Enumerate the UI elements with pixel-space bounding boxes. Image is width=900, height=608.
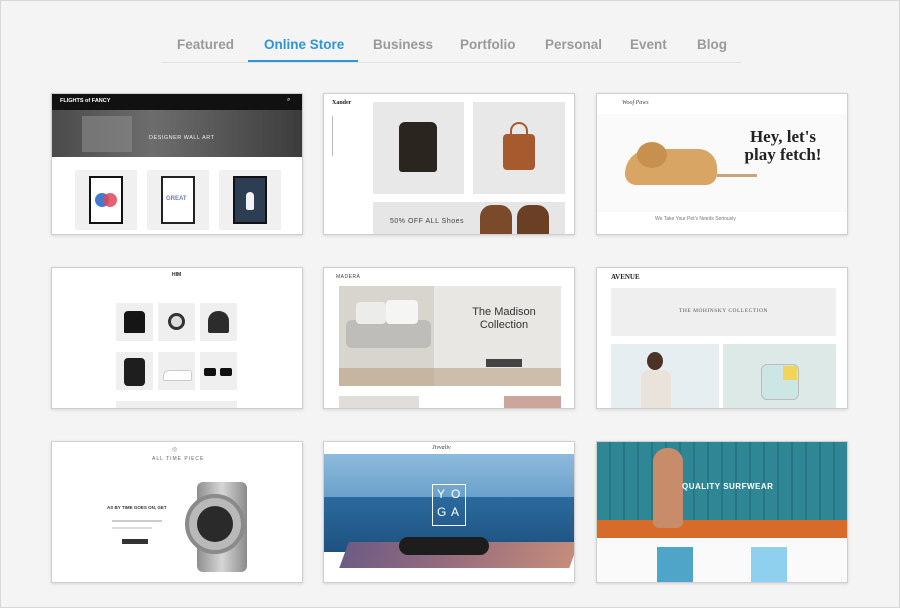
product-tile (158, 352, 195, 390)
template-headline: The Madison Collection (472, 306, 536, 331)
tab-online-store[interactable]: Online Store (264, 37, 344, 52)
side-menu (332, 116, 343, 156)
template-brand: Xander (332, 100, 352, 106)
template-card-avenue[interactable]: AVENUE THE MOHINSKY COLLECTION (596, 267, 848, 409)
template-card-all-time-piece[interactable]: ◎ ALL TIME PIECE AS BY TIME GOES ON, GET (51, 441, 303, 583)
tab-blog[interactable]: Blog (697, 37, 727, 52)
template-headline: THE MOHINSKY COLLECTION (679, 308, 768, 314)
logo-icon: ◎ (172, 447, 178, 453)
product-tile (200, 303, 237, 341)
sofa (346, 320, 431, 348)
active-tab-indicator (248, 60, 358, 62)
leather-jacket (399, 122, 437, 172)
product-photo (751, 547, 787, 582)
hero-photo (82, 116, 132, 152)
yoga-figure (399, 537, 489, 555)
template-card-yoga[interactable]: Jivvaliv Y O G A (323, 441, 575, 583)
floor (339, 368, 561, 386)
product-tile (158, 303, 195, 341)
template-headline: AS BY TIME GOES ON, GET (107, 505, 167, 510)
template-card-quality-surfwear[interactable]: QUALITY SURFWEAR (596, 441, 848, 583)
shop-button[interactable] (122, 539, 148, 544)
model-photo (653, 448, 683, 528)
template-tagline: We Take Your Pet's Needs Seriously (655, 216, 736, 222)
leather-bag (503, 134, 535, 170)
frame-art (89, 176, 123, 224)
tab-featured[interactable]: Featured (177, 37, 234, 52)
template-brand: HIM (172, 272, 182, 278)
category-tabs: Featured Online Store Business Portfolio… (161, 28, 741, 63)
template-brand: AVENUE (611, 273, 640, 281)
template-headline: DESIGNER WALL ART (149, 135, 215, 141)
frame-art (233, 176, 267, 224)
template-card-woof-paws[interactable]: Woof Paws Hey, let's play fetch! We Take… (596, 93, 848, 235)
shop-button[interactable] (486, 359, 522, 367)
template-brand: ALL TIME PIECE (152, 456, 205, 462)
yoga-logo: Y O G A (432, 484, 466, 526)
tab-portfolio[interactable]: Portfolio (460, 37, 516, 52)
search-icon: ⌕ (287, 97, 291, 103)
template-headline: 50% OFF ALL Shoes (390, 218, 464, 225)
frame-art: GREAT (161, 176, 195, 224)
product-tile (116, 303, 153, 341)
template-brand: Jivvaliv (432, 445, 451, 451)
template-card-him[interactable]: HIM (51, 267, 303, 409)
template-card-flights-of-fancy[interactable]: FLIGHTS of FANCY ⌕ DESIGNER WALL ART GRE… (51, 93, 303, 235)
watch-image (185, 494, 245, 554)
template-brand: FLIGHTS of FANCY (60, 98, 111, 104)
flowers (597, 520, 847, 538)
template-card-madera[interactable]: MADERA The Madison Collection (323, 267, 575, 409)
product-tile (200, 352, 237, 390)
tab-business[interactable]: Business (373, 37, 433, 52)
bag-photo (723, 344, 836, 408)
shoe-left (480, 205, 512, 234)
product-tile (116, 352, 153, 390)
template-headline: Hey, let's play fetch! (744, 127, 822, 164)
template-headline: QUALITY SURFWEAR (682, 482, 774, 491)
shoe-right (517, 205, 549, 234)
product-photo (657, 547, 693, 582)
model-photo (611, 344, 719, 408)
tab-event[interactable]: Event (630, 37, 667, 52)
template-card-xander[interactable]: Xander 50% OFF ALL Shoes (323, 93, 575, 235)
template-brand: MADERA (336, 274, 361, 280)
template-brand: Woof Paws (622, 100, 649, 106)
tab-personal[interactable]: Personal (545, 37, 602, 52)
